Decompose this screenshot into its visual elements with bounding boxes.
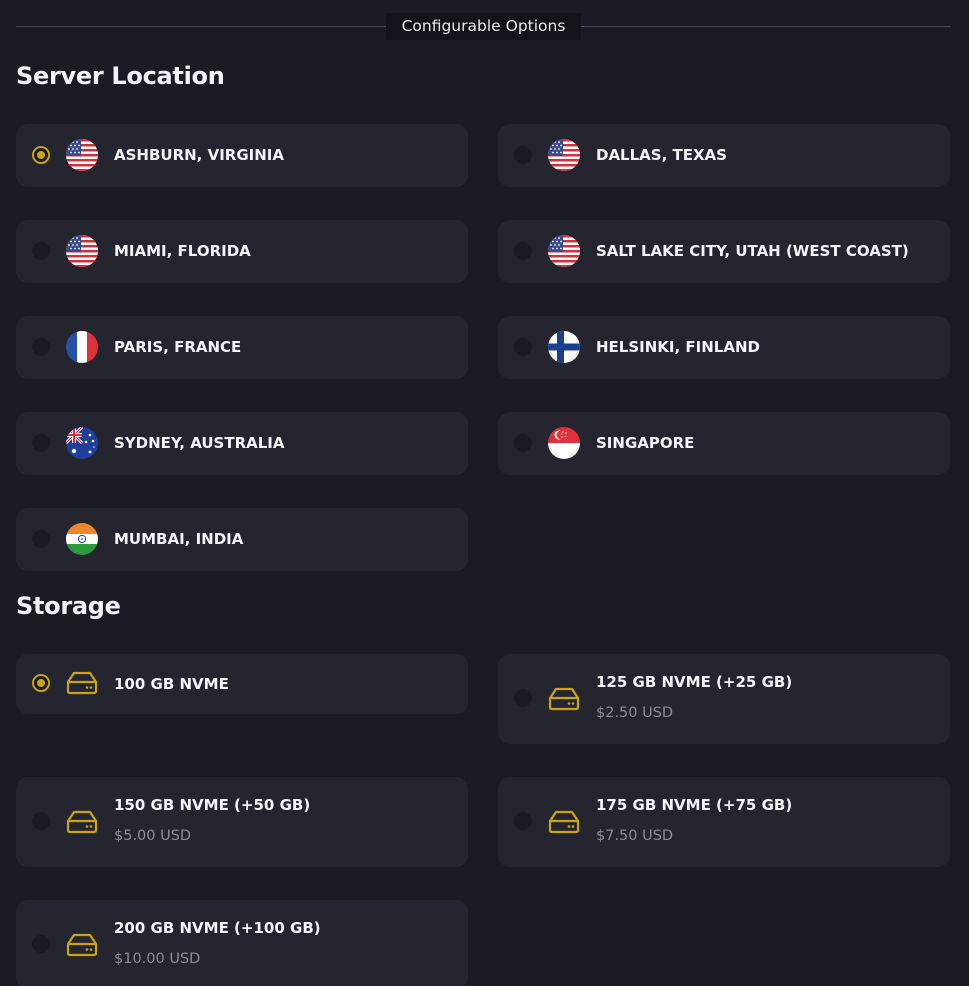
storage-label: 150 GB NVME (+50 GB) (114, 796, 311, 814)
storage-option-150gb[interactable]: 150 GB NVME (+50 GB) $5.00 USD (16, 777, 468, 867)
location-radio-paris[interactable] (32, 338, 50, 356)
server-location-title: Server Location (16, 62, 225, 90)
storage-radio-175gb[interactable] (514, 812, 532, 830)
location-radio-sydney[interactable] (32, 434, 50, 452)
storage-title: Storage (16, 592, 121, 620)
us-flag-icon (66, 235, 98, 267)
storage-option-100gb[interactable]: 100 GB NVME (16, 654, 468, 714)
storage-price: $7.50 USD (596, 828, 674, 844)
us-flag-icon (548, 235, 580, 267)
location-radio-helsinki[interactable] (514, 338, 532, 356)
location-label: PARIS, FRANCE (114, 338, 242, 356)
location-radio-miami[interactable] (32, 242, 50, 260)
hard-drive-icon (66, 671, 98, 695)
location-label: ASHBURN, VIRGINIA (114, 146, 284, 164)
storage-radio-125gb[interactable] (514, 689, 532, 707)
location-option-dallas[interactable]: DALLAS, TEXAS (498, 124, 950, 187)
storage-radio-100gb[interactable] (32, 674, 50, 692)
location-option-salt-lake-city[interactable]: SALT LAKE CITY, UTAH (WEST COAST) (498, 220, 950, 283)
location-option-mumbai[interactable]: MUMBAI, INDIA (16, 508, 468, 571)
location-radio-mumbai[interactable] (32, 530, 50, 548)
location-label: MIAMI, FLORIDA (114, 242, 251, 260)
configurable-options-heading: Configurable Options (386, 13, 581, 40)
storage-radio-200gb[interactable] (32, 935, 50, 953)
hard-drive-icon (66, 810, 98, 834)
hard-drive-icon (548, 687, 580, 711)
location-option-helsinki[interactable]: HELSINKI, FINLAND (498, 316, 950, 379)
us-flag-icon (66, 139, 98, 171)
hard-drive-icon (548, 810, 580, 834)
storage-option-200gb[interactable]: 200 GB NVME (+100 GB) $10.00 USD (16, 900, 468, 986)
france-flag-icon (66, 331, 98, 363)
storage-label: 100 GB NVME (114, 675, 229, 693)
india-flag-icon (66, 523, 98, 555)
location-label: HELSINKI, FINLAND (596, 338, 760, 356)
location-option-singapore[interactable]: SINGAPORE (498, 412, 950, 475)
location-radio-dallas[interactable] (514, 146, 532, 164)
storage-radio-150gb[interactable] (32, 812, 50, 830)
hard-drive-icon (66, 933, 98, 957)
storage-price: $10.00 USD (114, 951, 201, 967)
storage-option-125gb[interactable]: 125 GB NVME (+25 GB) $2.50 USD (498, 654, 950, 744)
finland-flag-icon (548, 331, 580, 363)
location-label: MUMBAI, INDIA (114, 530, 244, 548)
location-option-paris[interactable]: PARIS, FRANCE (16, 316, 468, 379)
location-radio-salt-lake-city[interactable] (514, 242, 532, 260)
location-label: SALT LAKE CITY, UTAH (WEST COAST) (596, 242, 909, 260)
australia-flag-icon (66, 427, 98, 459)
storage-price: $2.50 USD (596, 705, 674, 721)
location-radio-ashburn[interactable] (32, 146, 50, 164)
configurable-options-panel: Configurable Options Server Location ASH… (0, 0, 969, 986)
storage-option-175gb[interactable]: 175 GB NVME (+75 GB) $7.50 USD (498, 777, 950, 867)
location-label: SYDNEY, AUSTRALIA (114, 434, 285, 452)
location-label: SINGAPORE (596, 434, 695, 452)
location-option-miami[interactable]: MIAMI, FLORIDA (16, 220, 468, 283)
location-radio-singapore[interactable] (514, 434, 532, 452)
location-option-sydney[interactable]: SYDNEY, AUSTRALIA (16, 412, 468, 475)
location-option-ashburn[interactable]: ASHBURN, VIRGINIA (16, 124, 468, 187)
storage-label: 125 GB NVME (+25 GB) (596, 673, 793, 691)
storage-label: 175 GB NVME (+75 GB) (596, 796, 793, 814)
singapore-flag-icon (548, 427, 580, 459)
location-label: DALLAS, TEXAS (596, 146, 727, 164)
storage-price: $5.00 USD (114, 828, 192, 844)
storage-label: 200 GB NVME (+100 GB) (114, 919, 321, 937)
us-flag-icon (548, 139, 580, 171)
